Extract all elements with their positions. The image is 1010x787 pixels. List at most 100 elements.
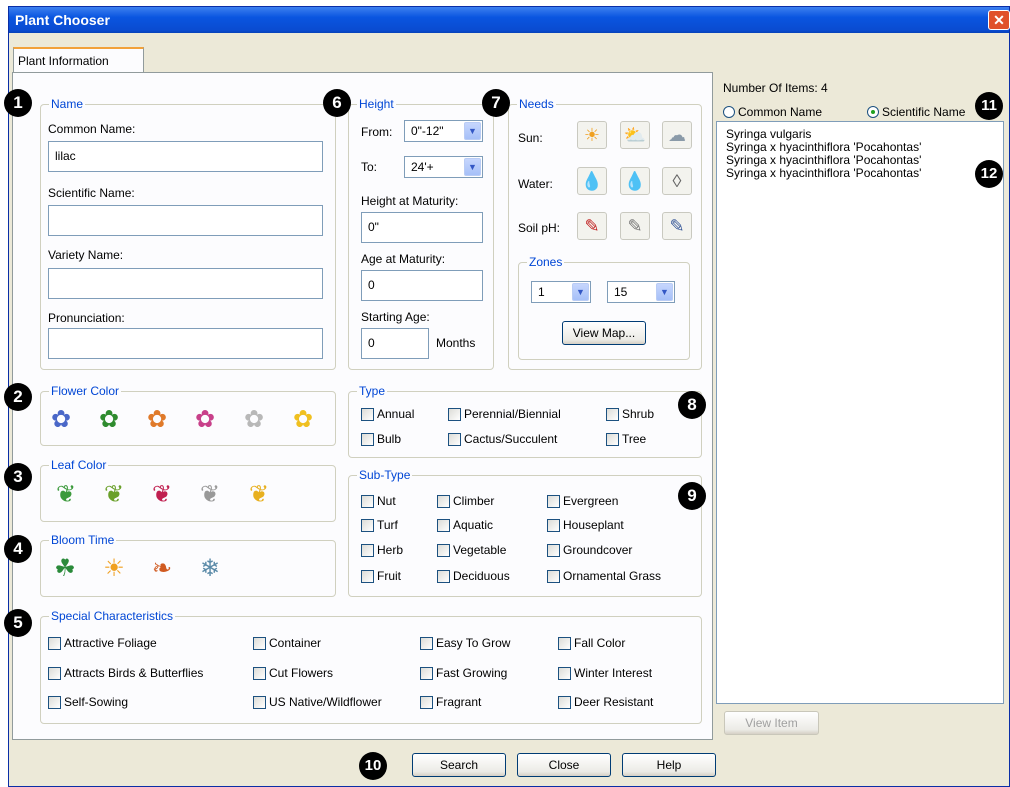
zone-from-select[interactable]: 1 ▼ [531,281,591,303]
flower-pink-icon[interactable]: ✿ [192,406,218,433]
type-perennial-checkbox[interactable]: Perennial/Biennial [448,407,561,421]
radio-common-name[interactable]: Common Name [723,105,822,119]
subtype-climber-checkbox[interactable]: Climber [437,494,494,508]
checkbox-label: Annual [377,407,415,421]
zone-to-select[interactable]: 15 ▼ [607,281,675,303]
summer-icon[interactable]: ☀ [101,555,127,582]
checkbox-label: Vegetable [453,543,507,557]
leaf-red-icon[interactable]: ❦ [149,481,175,508]
close-button[interactable]: Close [517,753,611,777]
scientific-name-input[interactable] [48,205,323,236]
chevron-down-icon[interactable]: ▼ [464,122,481,140]
view-item-button[interactable]: View Item [724,711,819,735]
results-list[interactable]: Syringa vulgaris Syringa x hyacinthiflor… [716,121,1004,704]
subtype-aquatic-checkbox[interactable]: Aquatic [437,518,493,532]
pronunciation-input[interactable] [48,328,323,359]
radio-label: Scientific Name [882,105,966,119]
shade-icon[interactable]: ☁ [662,121,692,149]
callout-badge: 2 [4,383,32,411]
subtype-houseplant-checkbox[interactable]: Houseplant [547,518,624,532]
special-us-native-checkbox[interactable]: US Native/Wildflower [253,695,382,709]
checkbox-label: Deer Resistant [574,695,654,709]
checkbox-label: Perennial/Biennial [464,407,561,421]
high-water-icon[interactable]: 💧 [577,167,607,195]
type-tree-checkbox[interactable]: Tree [606,432,646,446]
chevron-down-icon[interactable]: ▼ [656,283,673,301]
chevron-down-icon[interactable]: ▼ [464,158,481,176]
winter-icon[interactable]: ❄ [197,555,223,582]
leaf-yellow-icon[interactable]: ❦ [246,481,272,508]
subtype-fruit-checkbox[interactable]: Fruit [361,569,401,583]
tab-plant-information[interactable]: Plant Information [13,47,144,73]
flower-green-icon[interactable]: ✿ [96,406,122,433]
variety-name-input[interactable] [48,268,323,299]
view-map-button[interactable]: View Map... [562,321,646,345]
type-group: Type [348,384,702,458]
close-window-button[interactable]: ✕ [988,10,1010,30]
full-sun-icon[interactable]: ☀ [577,121,607,149]
help-button[interactable]: Help [622,753,716,777]
bloom-time-group: Bloom Time [40,533,336,597]
checkbox-label: Self-Sowing [64,695,129,709]
checkbox-label: Fragrant [436,695,482,709]
flower-yellow-icon[interactable]: ✿ [290,406,316,433]
checkbox-label: Winter Interest [574,666,653,680]
special-deer-resistant-checkbox[interactable]: Deer Resistant [558,695,653,709]
subtype-ornamental-grass-checkbox[interactable]: Ornamental Grass [547,569,661,583]
partial-sun-icon[interactable]: ⛅ [620,121,650,149]
flower-orange-icon[interactable]: ✿ [144,406,170,433]
starting-age-input[interactable]: 0 [361,328,429,359]
common-name-input[interactable]: lilac [48,141,323,172]
special-winter-interest-checkbox[interactable]: Winter Interest [558,666,652,680]
leaf-variegated-icon[interactable]: ❦ [197,481,223,508]
subtype-deciduous-checkbox[interactable]: Deciduous [437,569,510,583]
search-button[interactable]: Search [412,753,506,777]
special-fast-growing-checkbox[interactable]: Fast Growing [420,666,507,680]
type-shrub-checkbox[interactable]: Shrub [606,407,654,421]
special-container-checkbox[interactable]: Container [253,636,321,650]
chevron-down-icon[interactable]: ▼ [572,283,589,301]
height-maturity-input[interactable]: 0" [361,212,483,243]
checkbox-label: Turf [377,518,398,532]
subtype-vegetable-checkbox[interactable]: Vegetable [437,543,506,557]
subtype-groundcover-checkbox[interactable]: Groundcover [547,543,632,557]
leaf-green-icon[interactable]: ❦ [53,481,79,508]
special-fall-color-checkbox[interactable]: Fall Color [558,636,625,650]
checkbox-label: Attracts Birds & Butterflies [64,666,204,680]
special-attracts-birds-checkbox[interactable]: Attracts Birds & Butterflies [48,666,203,680]
subtype-evergreen-checkbox[interactable]: Evergreen [547,494,618,508]
title-bar[interactable]: Plant Chooser [9,7,1009,33]
neutral-soil-icon[interactable]: ✎ [620,212,650,240]
special-easy-to-grow-checkbox[interactable]: Easy To Grow [420,636,510,650]
callout-badge: 6 [323,89,351,117]
fall-icon[interactable]: ❧ [149,555,175,582]
subtype-turf-checkbox[interactable]: Turf [361,518,398,532]
low-water-icon[interactable]: ◊ [662,167,692,195]
height-from-select[interactable]: 0"-12" ▼ [404,120,483,142]
water-label: Water: [518,177,553,191]
special-attractive-foliage-checkbox[interactable]: Attractive Foliage [48,636,157,650]
type-cactus-checkbox[interactable]: Cactus/Succulent [448,432,557,446]
list-item[interactable]: Syringa x hyacinthiflora 'Pocahontas' [726,167,1003,180]
leaf-lightgreen-icon[interactable]: ❦ [101,481,127,508]
checkbox-label: Groundcover [563,543,633,557]
height-to-select[interactable]: 24'+ ▼ [404,156,483,178]
checkbox-label: Deciduous [453,569,510,583]
alkaline-soil-icon[interactable]: ✎ [662,212,692,240]
acid-soil-icon[interactable]: ✎ [577,212,607,240]
zones-group-title: Zones [527,255,565,269]
age-maturity-input[interactable]: 0 [361,270,483,301]
special-fragrant-checkbox[interactable]: Fragrant [420,695,481,709]
subtype-herb-checkbox[interactable]: Herb [361,543,403,557]
medium-water-icon[interactable]: 💧 [620,167,650,195]
subtype-nut-checkbox[interactable]: Nut [361,494,396,508]
flower-blue-icon[interactable]: ✿ [48,406,74,433]
type-bulb-checkbox[interactable]: Bulb [361,432,401,446]
spring-icon[interactable]: ☘ [52,555,78,582]
type-annual-checkbox[interactable]: Annual [361,407,414,421]
flower-white-icon[interactable]: ✿ [241,406,267,433]
radio-scientific-name[interactable]: Scientific Name [867,105,965,119]
type-group-title: Type [357,384,388,398]
special-self-sowing-checkbox[interactable]: Self-Sowing [48,695,128,709]
special-cut-flowers-checkbox[interactable]: Cut Flowers [253,666,333,680]
